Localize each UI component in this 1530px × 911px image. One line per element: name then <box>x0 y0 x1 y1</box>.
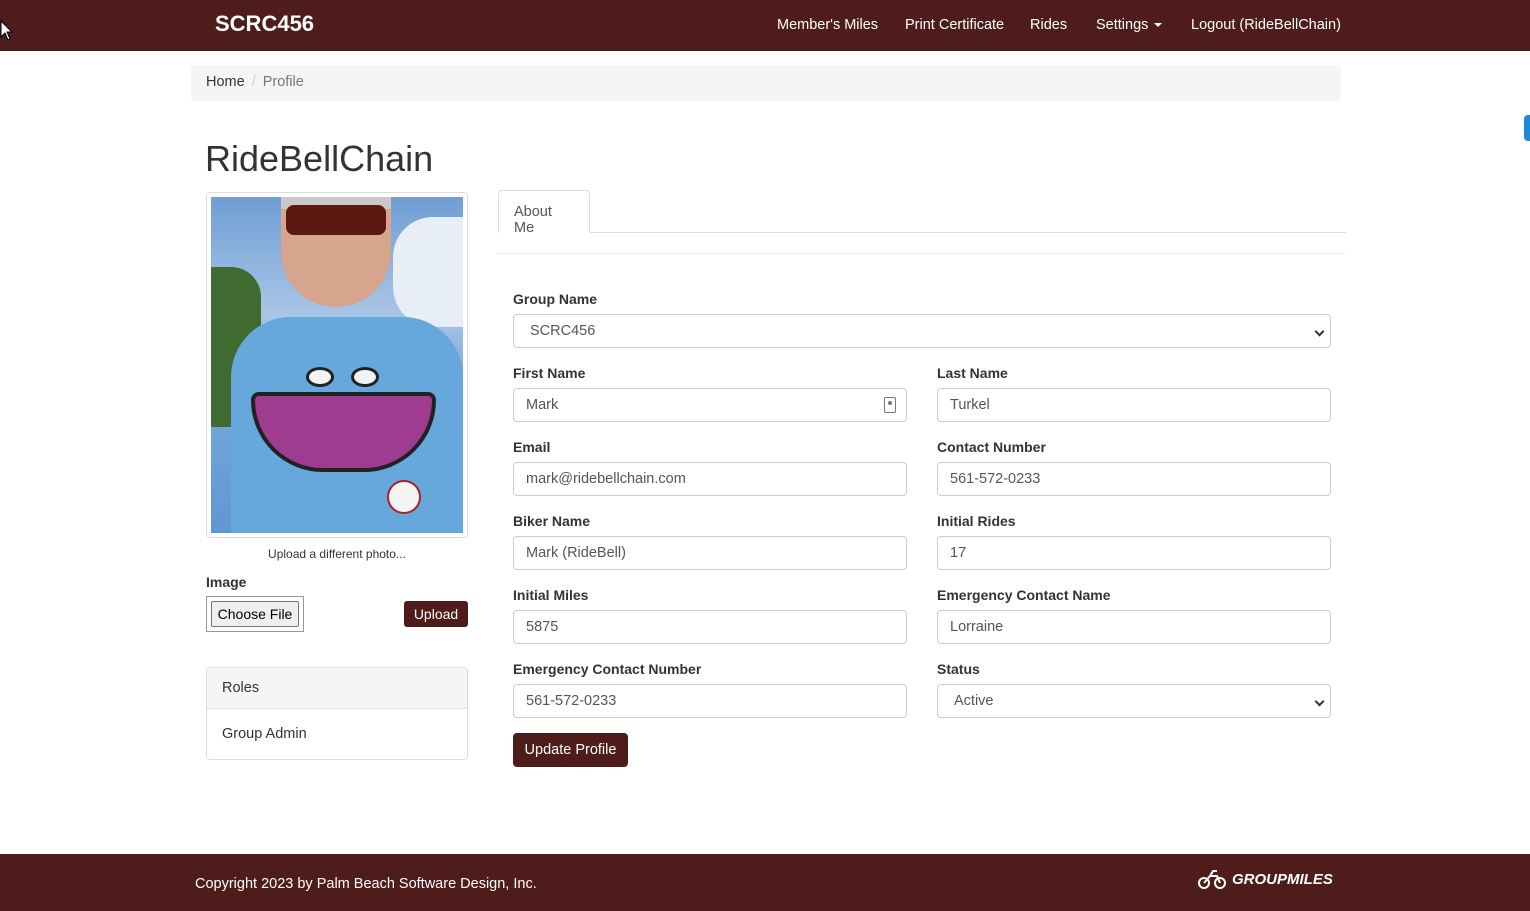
last-name-input[interactable]: Turkel <box>937 388 1331 422</box>
breadcrumb: Home / Profile <box>191 65 1341 101</box>
mouse-pointer-icon <box>0 20 14 41</box>
group-name-value: SCRC456 <box>530 323 596 339</box>
tab-about-me[interactable]: About Me <box>498 190 590 236</box>
first-name-value: Mark <box>526 397 559 413</box>
breadcrumb-current: Profile <box>262 74 304 90</box>
nav-settings-label: Settings <box>1096 17 1149 33</box>
page-title: RideBellChain <box>205 138 434 179</box>
upload-photo-caption: Upload a different photo... <box>268 547 406 561</box>
initial-rides-input[interactable]: 17 <box>937 536 1331 570</box>
contact-number-label: Contact Number <box>937 439 1046 455</box>
group-name-select[interactable]: SCRC456 <box>513 314 1331 348</box>
breadcrumb-home[interactable]: Home <box>206 74 245 90</box>
roles-heading: Roles <box>207 668 467 709</box>
footer: Copyright 2023 by Palm Beach Software De… <box>0 854 1530 911</box>
initial-miles-input[interactable]: 5875 <box>513 610 907 644</box>
emergency-contact-number-label: Emergency Contact Number <box>513 661 702 677</box>
profile-photo <box>211 197 463 533</box>
first-name-label: First Name <box>513 365 586 381</box>
group-name-label: Group Name <box>513 291 598 307</box>
emergency-contact-name-input[interactable]: Lorraine <box>937 610 1331 644</box>
initial-miles-label: Initial Miles <box>513 587 589 603</box>
image-label: Image <box>206 574 247 590</box>
nav-print-certificate[interactable]: Print Certificate <box>905 17 1004 33</box>
logo-text: GROUPMILES <box>1232 870 1333 888</box>
nav-settings-dropdown[interactable]: Settings <box>1096 17 1163 33</box>
choose-file-button[interactable]: Choose File <box>211 601 299 627</box>
nav-logout[interactable]: Logout (RideBellChain) <box>1191 17 1341 33</box>
breadcrumb-separator: / <box>251 74 256 90</box>
emergency-contact-name-label: Emergency Contact Name <box>937 587 1111 603</box>
top-navbar: SCRC456 Member's Miles Print Certificate… <box>0 0 1530 51</box>
contact-number-input[interactable]: 561-572-0233 <box>937 462 1331 496</box>
contact-card-icon[interactable] <box>884 397 896 413</box>
brand-link[interactable]: SCRC456 <box>215 11 314 37</box>
nav-members-miles[interactable]: Member's Miles <box>777 17 878 33</box>
initial-rides-label: Initial Rides <box>937 513 1016 529</box>
profile-photo-frame <box>206 192 468 538</box>
status-value: Active <box>954 693 994 709</box>
groupmiles-logo: GROUPMILES <box>1198 866 1333 892</box>
biker-name-label: Biker Name <box>513 513 591 529</box>
profile-tabs: About Me <box>498 190 1346 236</box>
caret-down-icon <box>1154 23 1163 28</box>
side-widget-tab[interactable] <box>1524 115 1530 141</box>
first-name-input[interactable]: Mark <box>513 388 907 422</box>
motorcycle-icon <box>1198 870 1226 889</box>
chevron-down-icon <box>1314 696 1325 707</box>
chevron-down-icon <box>1314 326 1325 337</box>
emergency-contact-number-input[interactable]: 561-572-0233 <box>513 684 907 718</box>
email-input[interactable]: mark@ridebellchain.com <box>513 462 907 496</box>
divider <box>498 253 1346 254</box>
status-label: Status <box>937 661 980 677</box>
update-profile-button[interactable]: Update Profile <box>513 733 628 767</box>
upload-button[interactable]: Upload <box>404 601 468 627</box>
nav-rides[interactable]: Rides <box>1030 17 1067 33</box>
roles-panel: Roles Group Admin <box>206 667 468 760</box>
file-input-wrapper: Choose File <box>206 596 304 632</box>
role-item: Group Admin <box>222 726 307 742</box>
status-select[interactable]: Active <box>937 684 1331 718</box>
email-label: Email <box>513 439 551 455</box>
last-name-label: Last Name <box>937 365 1008 381</box>
copyright-text: Copyright 2023 by Palm Beach Software De… <box>195 876 537 892</box>
biker-name-input[interactable]: Mark (RideBell) <box>513 536 907 570</box>
